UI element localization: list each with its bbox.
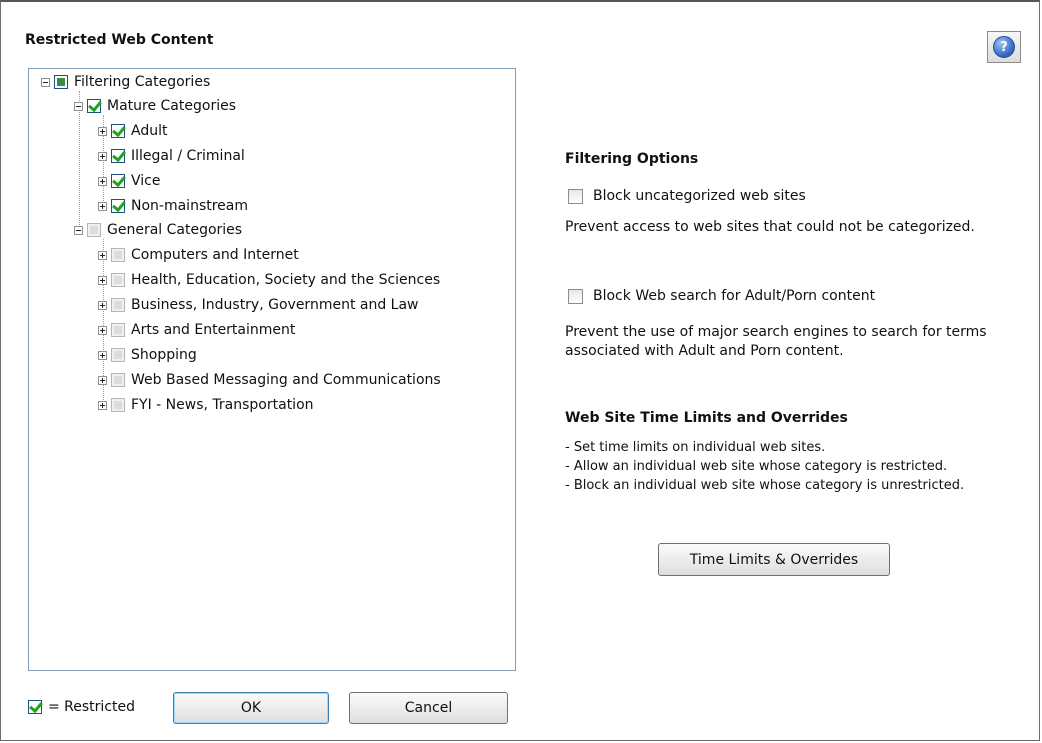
checkbox-non-mainstream[interactable]: [111, 199, 125, 213]
tree-label: Non-mainstream: [131, 198, 249, 214]
collapse-icon[interactable]: [74, 101, 83, 111]
help-button[interactable]: ?: [987, 31, 1021, 63]
dialog-window: Restricted Web Content ? Filtering Categ…: [0, 0, 1040, 741]
tree-node-health-education[interactable]: Health, Education, Society and the Scien…: [98, 269, 440, 291]
legend-label: = Restricted: [48, 699, 136, 715]
time-limits-heading: Web Site Time Limits and Overrides: [565, 410, 848, 426]
expand-icon[interactable]: [98, 201, 107, 211]
time-limits-bullet-1: - Set time limits on individual web site…: [565, 440, 826, 455]
tree-node-web-messaging[interactable]: Web Based Messaging and Communications: [98, 369, 441, 391]
filtering-options-heading: Filtering Options: [565, 151, 699, 167]
tree-label: General Categories: [107, 222, 243, 238]
tree-label: Computers and Internet: [131, 247, 299, 263]
tree-node-business-industry[interactable]: Business, Industry, Government and Law: [98, 294, 419, 316]
tree-label: Business, Industry, Government and Law: [131, 297, 419, 313]
tree-label: Web Based Messaging and Communications: [131, 372, 441, 388]
legend-checkmark-icon: [28, 700, 42, 714]
tree-label: Adult: [131, 123, 168, 139]
checkbox-filtering-categories[interactable]: [54, 75, 68, 89]
checkbox-fyi-news[interactable]: [111, 398, 125, 412]
tree-label: Arts and Entertainment: [131, 322, 296, 338]
expand-icon[interactable]: [98, 325, 107, 335]
checkbox-mature-categories[interactable]: [87, 99, 101, 113]
block-search-label: Block Web search for Adult/Porn content: [593, 288, 876, 304]
time-limits-overrides-button[interactable]: Time Limits & Overrides: [658, 543, 890, 576]
expand-icon[interactable]: [98, 126, 107, 136]
checkbox-arts-entertainment[interactable]: [111, 323, 125, 337]
block-uncategorized-description: Prevent access to web sites that could n…: [565, 219, 975, 235]
expand-icon[interactable]: [98, 151, 107, 161]
collapse-icon[interactable]: [74, 225, 83, 235]
ok-button[interactable]: OK: [173, 692, 329, 724]
tree-label: Illegal / Criminal: [131, 148, 245, 164]
checkbox-illegal-criminal[interactable]: [111, 149, 125, 163]
restricted-legend: = Restricted: [28, 699, 135, 715]
checkbox-web-messaging[interactable]: [111, 373, 125, 387]
category-tree[interactable]: Filtering Categories Mature Categories A…: [28, 68, 516, 671]
tree-node-arts-entertainment[interactable]: Arts and Entertainment: [98, 319, 295, 341]
block-uncategorized-checkbox[interactable]: [568, 188, 583, 204]
block-search-checkbox[interactable]: [568, 288, 583, 304]
tree-label: Health, Education, Society and the Scien…: [131, 272, 441, 288]
tree-node-fyi-news[interactable]: FYI - News, Transportation: [98, 394, 314, 416]
block-search-option[interactable]: Block Web search for Adult/Porn content: [568, 288, 875, 304]
tree-node-non-mainstream[interactable]: Non-mainstream: [98, 195, 248, 217]
tree-node-shopping[interactable]: Shopping: [98, 344, 197, 366]
expand-icon[interactable]: [98, 275, 107, 285]
time-limits-bullet-2: - Allow an individual web site whose cat…: [565, 459, 948, 474]
help-icon: ?: [993, 36, 1015, 58]
tree-label: Mature Categories: [107, 98, 236, 114]
block-uncategorized-label: Block uncategorized web sites: [593, 188, 806, 204]
tree-label: Shopping: [131, 347, 197, 363]
checkbox-general-categories[interactable]: [87, 223, 101, 237]
dialog-title: Restricted Web Content: [25, 32, 214, 48]
expand-icon[interactable]: [98, 375, 107, 385]
checkbox-vice[interactable]: [111, 174, 125, 188]
expand-icon[interactable]: [98, 350, 107, 360]
tree-node-illegal-criminal[interactable]: Illegal / Criminal: [98, 145, 245, 167]
tree-label: FYI - News, Transportation: [131, 397, 314, 413]
checkbox-computers-internet[interactable]: [111, 248, 125, 262]
block-search-description-line2: associated with Adult and Porn content.: [565, 343, 844, 359]
cancel-button[interactable]: Cancel: [349, 692, 508, 724]
expand-icon[interactable]: [98, 250, 107, 260]
expand-icon[interactable]: [98, 400, 107, 410]
checkbox-health-education[interactable]: [111, 273, 125, 287]
expand-icon[interactable]: [98, 176, 107, 186]
tree-node-vice[interactable]: Vice: [98, 170, 160, 192]
checkbox-shopping[interactable]: [111, 348, 125, 362]
tree-node-mature-categories[interactable]: Mature Categories: [74, 95, 236, 117]
time-limits-bullet-3: - Block an individual web site whose cat…: [565, 478, 965, 493]
tree-node-general-categories[interactable]: General Categories: [74, 219, 242, 241]
collapse-icon[interactable]: [41, 77, 50, 87]
block-search-description-line1: Prevent the use of major search engines …: [565, 324, 987, 340]
checkbox-adult[interactable]: [111, 124, 125, 138]
tree-node-adult[interactable]: Adult: [98, 120, 167, 142]
tree-label: Vice: [131, 173, 161, 189]
tree-node-computers-internet[interactable]: Computers and Internet: [98, 244, 299, 266]
block-uncategorized-option[interactable]: Block uncategorized web sites: [568, 188, 806, 204]
expand-icon[interactable]: [98, 300, 107, 310]
tree-label: Filtering Categories: [74, 74, 211, 90]
tree-node-filtering-categories[interactable]: Filtering Categories: [41, 71, 210, 93]
checkbox-business-industry[interactable]: [111, 298, 125, 312]
